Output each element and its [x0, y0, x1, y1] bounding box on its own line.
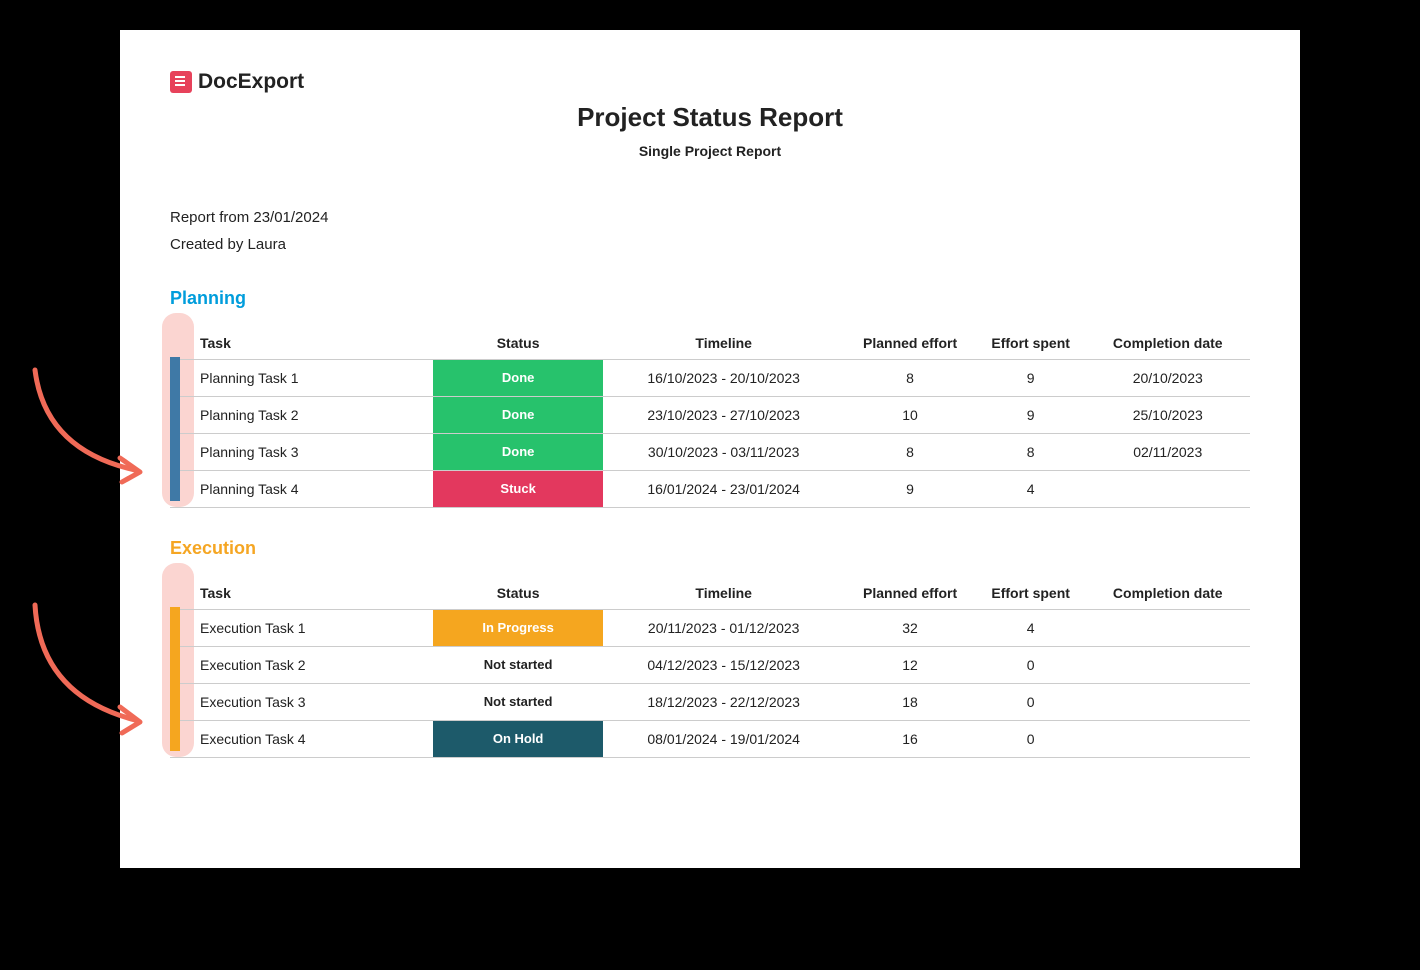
docexport-icon	[170, 71, 192, 93]
table-wrap: TaskStatusTimelinePlanned effortEffort s…	[170, 327, 1250, 508]
cell-completion: 20/10/2023	[1085, 360, 1250, 397]
cell-planned: 10	[844, 397, 976, 434]
cell-completion	[1085, 684, 1250, 721]
status-table: TaskStatusTimelinePlanned effortEffort s…	[170, 327, 1250, 508]
table-row: Planning Task 4Stuck16/01/2024 - 23/01/2…	[170, 471, 1250, 508]
cell-planned: 8	[844, 434, 976, 471]
cell-completion	[1085, 471, 1250, 508]
cell-timeline: 23/10/2023 - 27/10/2023	[603, 397, 844, 434]
page-title: Project Status Report	[170, 102, 1250, 133]
cell-planned: 12	[844, 647, 976, 684]
cell-status: Stuck	[433, 471, 603, 508]
cell-task: Execution Task 3	[170, 684, 433, 721]
section-title: Planning	[170, 288, 1250, 309]
column-header: Completion date	[1085, 327, 1250, 360]
cell-timeline: 30/10/2023 - 03/11/2023	[603, 434, 844, 471]
side-stripe	[170, 607, 180, 751]
column-header: Task	[170, 577, 433, 610]
table-row: Execution Task 2Not started04/12/2023 - …	[170, 647, 1250, 684]
table-row: Planning Task 1Done16/10/2023 - 20/10/20…	[170, 360, 1250, 397]
column-header: Status	[433, 577, 603, 610]
cell-spent: 0	[976, 684, 1086, 721]
cell-status: Not started	[433, 684, 603, 721]
table-row: Execution Task 3Not started18/12/2023 - …	[170, 684, 1250, 721]
cell-spent: 8	[976, 434, 1086, 471]
cell-task: Execution Task 2	[170, 647, 433, 684]
cell-status: Done	[433, 434, 603, 471]
cell-status: In Progress	[433, 610, 603, 647]
cell-spent: 4	[976, 471, 1086, 508]
status-badge: In Progress	[433, 610, 603, 646]
annotation-arrow-icon	[25, 360, 165, 480]
column-header: Timeline	[603, 327, 844, 360]
cell-status: Not started	[433, 647, 603, 684]
cell-spent: 9	[976, 360, 1086, 397]
cell-planned: 9	[844, 471, 976, 508]
column-header: Completion date	[1085, 577, 1250, 610]
cell-task: Planning Task 2	[170, 397, 433, 434]
table-row: Planning Task 2Done23/10/2023 - 27/10/20…	[170, 397, 1250, 434]
cell-spent: 4	[976, 610, 1086, 647]
cell-task: Planning Task 4	[170, 471, 433, 508]
column-header: Effort spent	[976, 577, 1086, 610]
section-title: Execution	[170, 538, 1250, 559]
status-badge: Done	[433, 397, 603, 433]
cell-planned: 16	[844, 721, 976, 758]
cell-timeline: 18/12/2023 - 22/12/2023	[603, 684, 844, 721]
status-badge: Done	[433, 360, 603, 396]
report-meta: Report from 23/01/2024 Created by Laura	[170, 204, 1250, 258]
cell-planned: 32	[844, 610, 976, 647]
status-badge: Done	[433, 434, 603, 470]
cell-spent: 0	[976, 721, 1086, 758]
cell-timeline: 20/11/2023 - 01/12/2023	[603, 610, 844, 647]
column-header: Task	[170, 327, 433, 360]
cell-task: Planning Task 3	[170, 434, 433, 471]
cell-completion: 02/11/2023	[1085, 434, 1250, 471]
annotation-arrow-icon	[25, 595, 165, 715]
report-date: Report from 23/01/2024	[170, 204, 1250, 231]
cell-timeline: 08/01/2024 - 19/01/2024	[603, 721, 844, 758]
report-author: Created by Laura	[170, 231, 1250, 258]
cell-status: On Hold	[433, 721, 603, 758]
cell-task: Execution Task 4	[170, 721, 433, 758]
cell-timeline: 16/10/2023 - 20/10/2023	[603, 360, 844, 397]
cell-completion	[1085, 721, 1250, 758]
status-badge: On Hold	[433, 721, 603, 757]
cell-completion: 25/10/2023	[1085, 397, 1250, 434]
table-row: Planning Task 3Done30/10/2023 - 03/11/20…	[170, 434, 1250, 471]
cell-completion	[1085, 610, 1250, 647]
brand-logo: DocExport	[170, 70, 1250, 94]
cell-spent: 0	[976, 647, 1086, 684]
side-stripe	[170, 357, 180, 501]
cell-planned: 18	[844, 684, 976, 721]
cell-planned: 8	[844, 360, 976, 397]
cell-completion	[1085, 647, 1250, 684]
column-header: Effort spent	[976, 327, 1086, 360]
cell-status: Done	[433, 397, 603, 434]
cell-spent: 9	[976, 397, 1086, 434]
table-row: Execution Task 4On Hold08/01/2024 - 19/0…	[170, 721, 1250, 758]
column-header: Timeline	[603, 577, 844, 610]
cell-task: Execution Task 1	[170, 610, 433, 647]
column-header: Status	[433, 327, 603, 360]
column-header: Planned effort	[844, 577, 976, 610]
report-page: DocExport Project Status Report Single P…	[120, 30, 1300, 868]
table-wrap: TaskStatusTimelinePlanned effortEffort s…	[170, 577, 1250, 758]
status-badge: Not started	[433, 647, 603, 683]
cell-status: Done	[433, 360, 603, 397]
cell-timeline: 16/01/2024 - 23/01/2024	[603, 471, 844, 508]
cell-task: Planning Task 1	[170, 360, 433, 397]
table-row: Execution Task 1In Progress20/11/2023 - …	[170, 610, 1250, 647]
cell-timeline: 04/12/2023 - 15/12/2023	[603, 647, 844, 684]
status-table: TaskStatusTimelinePlanned effortEffort s…	[170, 577, 1250, 758]
status-badge: Stuck	[433, 471, 603, 507]
brand-name: DocExport	[198, 70, 304, 94]
status-badge: Not started	[433, 684, 603, 720]
column-header: Planned effort	[844, 327, 976, 360]
page-subtitle: Single Project Report	[170, 143, 1250, 159]
